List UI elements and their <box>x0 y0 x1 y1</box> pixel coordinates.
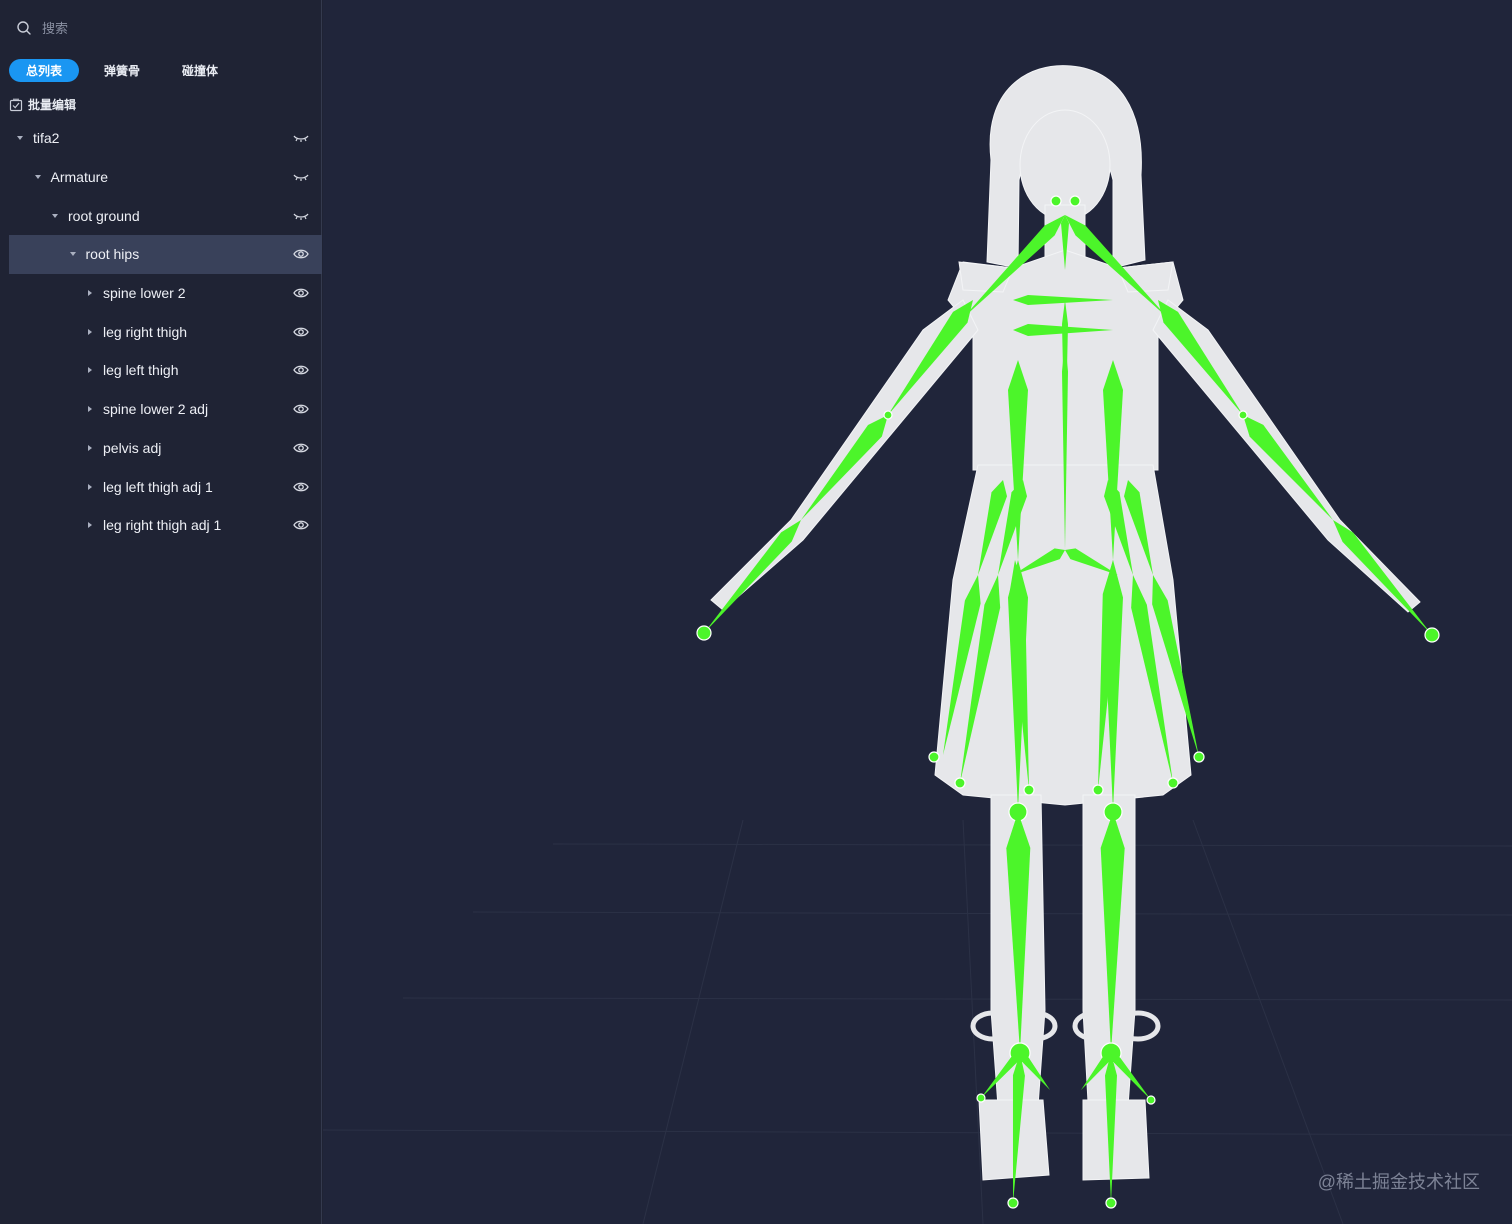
tab-colliders[interactable]: 碰撞体 <box>165 59 235 82</box>
bone-joint[interactable] <box>1424 627 1440 643</box>
watermark-text: @稀土掘金技术社区 <box>1317 1172 1480 1192</box>
bone[interactable] <box>1243 415 1333 520</box>
bone-joint[interactable] <box>1007 1197 1019 1209</box>
bone-joint[interactable] <box>1023 784 1035 796</box>
caret-right-icon[interactable] <box>85 482 95 492</box>
caret-right-icon[interactable] <box>85 404 95 414</box>
eye-closed-icon[interactable] <box>292 170 310 184</box>
eye-icon[interactable] <box>292 441 310 455</box>
tree-row-label: spine lower 2 adj <box>103 401 209 418</box>
eye-closed-icon[interactable] <box>292 209 310 223</box>
bone-joint[interactable] <box>1105 1197 1117 1209</box>
bone[interactable] <box>704 520 801 633</box>
caret-down-icon[interactable] <box>50 211 60 221</box>
tree-row[interactable]: Armature <box>9 158 322 197</box>
tree-row-label: tifa2 <box>33 130 60 147</box>
caret-down-icon[interactable] <box>33 172 43 182</box>
caret-right-icon[interactable] <box>85 520 95 530</box>
tree-row-label: leg left thigh <box>103 362 179 379</box>
caret-down-icon[interactable] <box>15 133 25 143</box>
search-input[interactable] <box>40 19 294 37</box>
bone-joint[interactable] <box>696 625 712 641</box>
tree-row-label: Armature <box>50 169 109 186</box>
tree-row-label: spine lower 2 <box>103 285 186 302</box>
bone-joint[interactable] <box>1050 195 1062 207</box>
tree-row-label: root ground <box>68 207 140 224</box>
tree-row[interactable]: spine lower 2 <box>9 274 322 313</box>
bone[interactable] <box>888 300 973 415</box>
tree-row[interactable]: root hips <box>9 235 322 274</box>
eye-icon[interactable] <box>292 247 310 261</box>
tab-bar: 总列表 弹簧骨 碰撞体 <box>9 59 243 82</box>
eye-closed-icon[interactable] <box>292 131 310 145</box>
tree-row-label: leg left thigh adj 1 <box>103 478 213 495</box>
caret-right-icon[interactable] <box>85 288 95 298</box>
batch-edit-label: 批量编辑 <box>28 98 77 112</box>
bone[interactable] <box>801 415 888 520</box>
caret-down-icon[interactable] <box>68 249 78 259</box>
search-icon <box>17 21 31 35</box>
tree-row[interactable]: pelvis adj <box>9 429 322 468</box>
eye-icon[interactable] <box>292 480 310 494</box>
caret-right-icon[interactable] <box>85 327 95 337</box>
caret-right-icon[interactable] <box>85 365 95 375</box>
tree-row-label: pelvis adj <box>103 439 162 456</box>
tree-row[interactable]: root ground <box>9 196 322 235</box>
eye-icon[interactable] <box>292 518 310 532</box>
checkbox-icon <box>9 98 23 111</box>
hierarchy-panel: 总列表 弹簧骨 碰撞体 批量编辑 tifa2 Armature root groun… <box>0 0 322 1224</box>
tree-row-label: leg right thigh adj 1 <box>103 517 222 534</box>
bone-joint[interactable] <box>954 777 966 789</box>
3d-viewport[interactable]: @稀土掘金技术社区 <box>323 0 1512 1224</box>
tab-spring-bones[interactable]: 弹簧骨 <box>87 59 157 82</box>
bone-joint[interactable] <box>1069 195 1081 207</box>
bone-joint[interactable] <box>1167 777 1179 789</box>
tree-row[interactable]: spine lower 2 adj <box>9 390 322 429</box>
search-bar[interactable] <box>16 16 306 40</box>
tree-row[interactable]: leg left thigh <box>9 351 322 390</box>
bone-tree: tifa2 Armature root ground root hips spine l… <box>9 119 322 545</box>
bone-joint[interactable] <box>883 410 893 420</box>
batch-edit-button[interactable]: 批量编辑 <box>9 96 76 113</box>
eye-icon[interactable] <box>292 286 310 300</box>
tab-all-list[interactable]: 总列表 <box>9 59 80 82</box>
eye-icon[interactable] <box>292 325 310 339</box>
tree-row[interactable]: leg right thigh <box>9 312 322 351</box>
bone-joint[interactable] <box>976 1093 986 1103</box>
viewport-scene[interactable] <box>323 0 1512 1224</box>
tree-row[interactable]: tifa2 <box>9 119 322 158</box>
bone[interactable] <box>1158 300 1243 415</box>
bone-joint[interactable] <box>1146 1095 1156 1105</box>
tree-row-label: root hips <box>85 246 140 263</box>
caret-right-icon[interactable] <box>85 443 95 453</box>
bone-joint[interactable] <box>928 751 940 763</box>
floor-grid <box>323 819 1512 1224</box>
eye-icon[interactable] <box>292 363 310 377</box>
tree-row-label: leg right thigh <box>103 323 188 340</box>
eye-icon[interactable] <box>292 402 310 416</box>
bone-joint[interactable] <box>1092 784 1104 796</box>
bone[interactable] <box>1333 520 1432 635</box>
tree-row[interactable]: leg left thigh adj 1 <box>9 467 322 506</box>
bone-joint[interactable] <box>1193 751 1205 763</box>
bone-joint[interactable] <box>1238 410 1248 420</box>
tree-row[interactable]: leg right thigh adj 1 <box>9 506 322 545</box>
